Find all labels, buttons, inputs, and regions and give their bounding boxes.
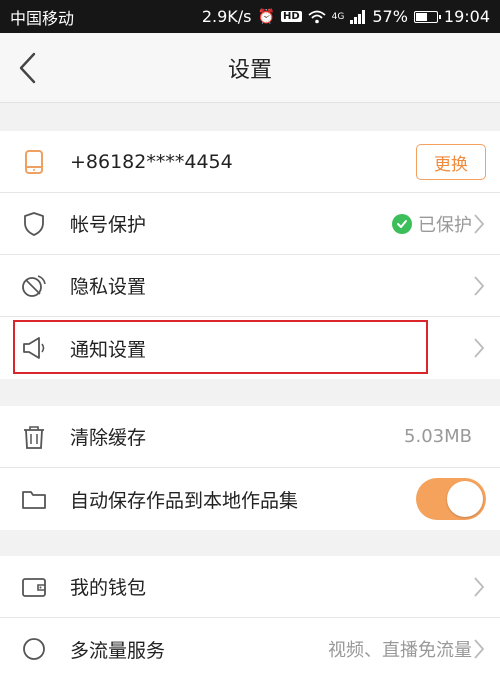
privacy-settings-row[interactable]: 隐私设置 (0, 255, 500, 317)
storage-group: 清除缓存 5.03MB 自动保存作品到本地作品集 (0, 406, 500, 530)
chevron-right-icon (474, 214, 485, 234)
privacy-icon (22, 275, 46, 297)
account-protection-label: 帐号保护 (70, 214, 147, 236)
carrier-label: 中国移动 (10, 8, 75, 28)
network-type: 4G (331, 11, 345, 22)
clear-cache-label: 清除缓存 (70, 427, 147, 449)
toggle-knob (447, 481, 483, 517)
data-service-icon (23, 638, 45, 660)
wifi-icon (308, 10, 326, 23)
megaphone-icon (23, 337, 45, 359)
page-title: 设置 (227, 58, 272, 83)
protection-status-text: 已保护 (418, 214, 472, 236)
chevron-right-icon (474, 338, 485, 358)
privacy-settings-label: 隐私设置 (70, 276, 147, 298)
phone-row: +86182****4454 更换 (0, 131, 500, 193)
battery-icon (413, 10, 441, 23)
clear-cache-row[interactable]: 清除缓存 5.03MB (0, 406, 500, 468)
folder-icon (22, 491, 46, 509)
notification-settings-row[interactable]: 通知设置 (0, 317, 500, 379)
chevron-right-icon (474, 639, 485, 659)
shield-icon (24, 212, 44, 236)
check-icon (392, 213, 412, 234)
trash-icon (24, 426, 44, 449)
status-bar: 中国移动 2.9K/s ⏰ HD 4G 57% 19:04 (0, 0, 500, 33)
auto-save-row: 自动保存作品到本地作品集 (0, 468, 500, 530)
data-service-row[interactable]: 多流量服务 视频、直播免流量 (0, 618, 500, 680)
cache-size: 5.03MB (404, 426, 472, 447)
data-service-label: 多流量服务 (70, 639, 166, 662)
auto-save-toggle[interactable] (416, 478, 486, 520)
clock: 19:04 (443, 7, 490, 26)
hd-badge: HD (280, 11, 302, 22)
alarm-icon: ⏰ (257, 8, 275, 25)
change-phone-button[interactable]: 更换 (416, 144, 486, 180)
wallet-icon (22, 578, 46, 597)
services-group: 我的钱包 多流量服务 视频、直播免流量 (0, 556, 500, 680)
signal-icon (350, 9, 366, 24)
phone-icon (25, 150, 43, 174)
nav-bar: 设置 (0, 33, 500, 103)
battery-percent: 57% (372, 7, 408, 26)
data-service-value: 视频、直播免流量 (328, 640, 472, 661)
account-protection-row[interactable]: 帐号保护 已保护 (0, 193, 500, 255)
auto-save-label: 自动保存作品到本地作品集 (70, 489, 299, 512)
chevron-right-icon (474, 577, 485, 597)
protection-status: 已保护 (392, 211, 472, 237)
notification-settings-label: 通知设置 (70, 338, 147, 361)
phone-number: +86182****4454 (70, 150, 233, 173)
account-group: +86182****4454 更换 帐号保护 已保护 隐私设置 通知设置 (0, 131, 500, 379)
status-indicators: 2.9K/s ⏰ HD 4G 57% 19:04 (202, 7, 490, 26)
net-speed: 2.9K/s (201, 7, 252, 26)
chevron-right-icon (474, 276, 485, 296)
wallet-row[interactable]: 我的钱包 (0, 556, 500, 618)
wallet-label: 我的钱包 (70, 577, 147, 599)
